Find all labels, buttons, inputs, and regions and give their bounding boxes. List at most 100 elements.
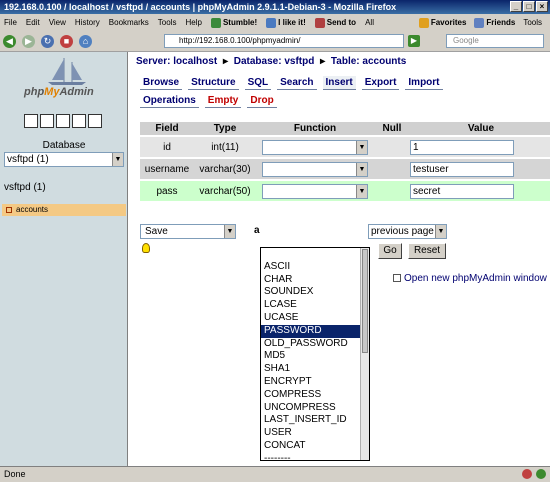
stop-icon[interactable]: ■ <box>60 34 73 48</box>
adblock-icon[interactable] <box>522 469 532 479</box>
tab-structure[interactable]: Structure <box>188 76 239 90</box>
status-text: Done <box>4 469 26 479</box>
dropdown-option[interactable]: -------- <box>261 453 369 460</box>
grid-header-row: Field Type Function Null Value <box>140 122 550 135</box>
dropdown-option[interactable]: LAST_INSERT_ID <box>261 414 369 427</box>
sidebar-item-accounts[interactable]: accounts <box>2 204 126 216</box>
tab-insert[interactable]: Insert <box>322 76 356 90</box>
tab-drop[interactable]: Drop <box>247 94 277 108</box>
dropdown-option[interactable]: LCASE <box>261 299 369 312</box>
dropdown-option[interactable]: UCASE <box>261 312 369 325</box>
send-to-button[interactable]: Send to <box>314 17 356 28</box>
scrollbar-thumb[interactable] <box>362 249 368 353</box>
new-window-link[interactable]: Open new phpMyAdmin window <box>393 273 547 284</box>
back-icon[interactable]: ◀ <box>3 34 16 48</box>
tab-export[interactable]: Export <box>361 76 400 90</box>
after-insert-select[interactable]: previous page ▼ <box>368 224 447 239</box>
dropdown-option[interactable]: ASCII <box>261 261 369 274</box>
database-select[interactable]: vsftpd (1) ▼ <box>4 152 124 167</box>
null-cell <box>374 159 410 179</box>
dropdown-scrollbar[interactable] <box>360 248 369 460</box>
dropdown-option[interactable]: MD5 <box>261 350 369 363</box>
breadcrumb-table[interactable]: Table: accounts <box>331 56 406 67</box>
reload-icon[interactable]: ↻ <box>41 34 54 48</box>
tab-empty[interactable]: Empty <box>204 94 242 108</box>
dropdown-option[interactable]: UNCOMPRESS <box>261 402 369 415</box>
search-input[interactable]: Google <box>446 34 544 48</box>
menu-history[interactable]: History <box>75 18 100 27</box>
breadcrumb-database[interactable]: Database: vsftpd <box>234 56 315 67</box>
tab-operations[interactable]: Operations <box>140 94 199 108</box>
chevron-down-icon: ▼ <box>112 153 123 166</box>
dropdown-option[interactable]: SHA1 <box>261 363 369 376</box>
url-input[interactable]: http://192.168.0.100/phpmyadmin/ <box>164 34 404 48</box>
home-icon[interactable]: ⌂ <box>79 34 92 48</box>
menu-help[interactable]: Help <box>185 18 201 27</box>
function-dropdown-list[interactable]: ASCII CHAR SOUNDEX LCASE UCASE PASSWORD … <box>260 247 370 461</box>
dropdown-option[interactable]: CHAR <box>261 274 369 287</box>
database-label: Database <box>42 140 86 151</box>
dropdown-option-selected[interactable]: PASSWORD <box>261 324 369 338</box>
stumble-button[interactable]: Stumble! <box>210 17 257 28</box>
sql-query-icon[interactable] <box>56 114 70 128</box>
security-icon[interactable] <box>536 469 546 479</box>
friends-button[interactable]: Friends <box>474 17 515 28</box>
tab-browse[interactable]: Browse <box>140 76 183 90</box>
function-select[interactable]: ▼ <box>262 139 368 155</box>
menu-right-group: Favorites Friends Tools <box>418 17 550 28</box>
reset-button[interactable]: Reset <box>408 243 446 259</box>
menu-edit[interactable]: Edit <box>26 18 40 27</box>
nav-bar: ◀ ▶ ↻ ■ ⌂ http://192.168.0.100/phpmyadmi… <box>0 31 550 52</box>
menu-tools[interactable]: Tools <box>158 18 177 27</box>
page-content: phpMyAdmin Database vsftpd (1) ▼ vsftpd … <box>0 52 550 466</box>
all-button[interactable]: All <box>365 18 374 27</box>
field-name: pass <box>156 185 178 197</box>
value-input[interactable]: 1 <box>410 139 514 155</box>
tab-import[interactable]: Import <box>405 76 443 90</box>
maximize-icon[interactable]: □ <box>523 1 535 12</box>
function-select[interactable]: ▼ <box>262 183 368 199</box>
status-icons <box>522 469 546 479</box>
tools-button[interactable]: Tools <box>523 18 542 27</box>
dropdown-option[interactable]: CONCAT <box>261 440 369 453</box>
tab-sql[interactable]: SQL <box>244 76 272 90</box>
minimize-icon[interactable]: _ <box>510 1 522 12</box>
go-arrow-icon[interactable]: ▶ <box>408 35 420 47</box>
like-button[interactable]: I like it! <box>266 17 306 28</box>
value-input[interactable]: testuser <box>410 161 514 177</box>
field-type: int(11) <box>211 141 239 153</box>
menu-view[interactable]: View <box>49 18 66 27</box>
dropdown-option[interactable] <box>261 248 369 261</box>
dropdown-option[interactable]: OLD_PASSWORD <box>261 338 369 351</box>
forward-icon[interactable]: ▶ <box>22 34 35 48</box>
table-icon <box>6 206 12 213</box>
chevron-down-icon: ▼ <box>435 225 446 238</box>
home-icon[interactable] <box>24 114 38 128</box>
go-button[interactable]: Go <box>378 243 402 259</box>
dropdown-option[interactable]: ENCRYPT <box>261 376 369 389</box>
favorites-button[interactable]: Favorites <box>418 17 466 28</box>
null-cell <box>374 181 410 201</box>
database-name[interactable]: vsftpd (1) <box>4 182 46 193</box>
dropdown-option[interactable]: SOUNDEX <box>261 286 369 299</box>
table-row: id int(11) ▼ 1 <box>140 137 550 157</box>
save-action-select[interactable]: Save ▼ <box>140 224 236 239</box>
menu-file[interactable]: File <box>4 18 17 27</box>
docs-icon[interactable] <box>72 114 86 128</box>
field-name: id <box>163 141 171 153</box>
menu-bar: File Edit View History Bookmarks Tools H… <box>0 14 550 31</box>
window-title: 192.168.0.100 / localhost / vsftpd / acc… <box>4 2 397 12</box>
exit-icon[interactable] <box>40 114 54 128</box>
help-icon[interactable] <box>88 114 102 128</box>
phpmyadmin-logo[interactable]: phpMyAdmin <box>24 58 94 98</box>
value-input[interactable]: secret <box>410 183 514 199</box>
dropdown-option[interactable]: USER <box>261 427 369 440</box>
tab-row-secondary: Operations Empty Drop <box>140 94 277 108</box>
close-icon[interactable]: × <box>536 1 548 12</box>
dropdown-option[interactable]: COMPRESS <box>261 389 369 402</box>
menu-bookmarks[interactable]: Bookmarks <box>109 18 149 27</box>
field-type: varchar(30) <box>199 163 251 175</box>
tab-search[interactable]: Search <box>277 76 317 90</box>
breadcrumb-server[interactable]: Server: localhost <box>136 56 217 67</box>
function-select[interactable]: ▼ <box>262 161 368 177</box>
